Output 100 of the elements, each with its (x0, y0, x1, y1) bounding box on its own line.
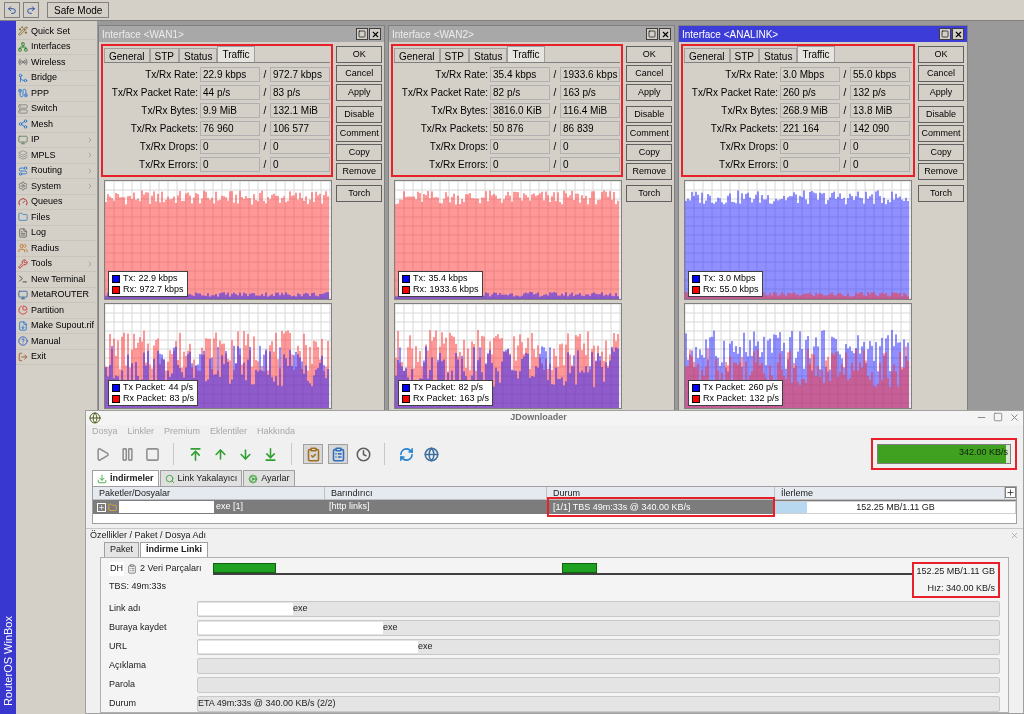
menu-item[interactable]: IP (16, 132, 96, 148)
maximize-button[interactable] (646, 28, 658, 40)
menu-item[interactable]: MPLS (16, 148, 96, 164)
dialog-button[interactable]: Remove (626, 163, 672, 180)
menu-item[interactable]: System (16, 179, 96, 195)
download-row[interactable]: exe [1] [http links] [1/1] TBS 49m:33s @ 340.00 KB/s 152.25 MB/1.11 GB (93, 500, 1016, 514)
tab[interactable]: STP (439, 48, 470, 62)
undo-button[interactable] (4, 2, 20, 18)
menu-item[interactable]: New Terminal (16, 272, 96, 288)
dialog-button[interactable]: Torch (336, 185, 382, 202)
redo-button[interactable] (23, 2, 39, 18)
menu-item[interactable]: Quick Set (16, 24, 96, 40)
close-icon[interactable] (1009, 412, 1020, 424)
column-header[interactable]: Barındırıcı (325, 487, 547, 499)
dialog-button[interactable]: Cancel (918, 65, 964, 82)
input-field[interactable]: exe (197, 601, 1000, 617)
arrow-down-icon (237, 446, 253, 462)
tab[interactable]: Traffic (797, 46, 835, 62)
menu-item[interactable]: Mesh (16, 117, 96, 133)
tab[interactable]: Paket (104, 542, 139, 557)
legend-label: Rx: (413, 284, 427, 295)
menu-item[interactable]: Exit (16, 349, 96, 365)
column-chooser-icon[interactable] (1005, 487, 1016, 498)
safe-mode-button[interactable]: Safe Mode (47, 2, 110, 18)
menu-item[interactable]: Manual (16, 334, 96, 350)
menu-item[interactable]: Log (16, 225, 96, 241)
menu-item[interactable]: Queues (16, 194, 96, 210)
tab[interactable]: Status (179, 48, 218, 62)
dialog-button[interactable]: OK (626, 46, 672, 63)
clipboard-button[interactable] (303, 444, 323, 464)
menu-item[interactable]: Interfaces (16, 39, 96, 55)
close-icon[interactable] (1010, 530, 1019, 540)
input-field[interactable]: exe (197, 620, 1000, 636)
menu-item[interactable]: Radius (16, 241, 96, 257)
dialog-button[interactable]: Cancel (336, 65, 382, 82)
legend-value: 1933.6 kbps (429, 284, 479, 295)
input-field[interactable]: ETA 49m:33s @ 340.00 KB/s (2/2) (197, 696, 1000, 712)
tab[interactable]: İndirmeler (92, 470, 159, 486)
window-title: Interface <WAN1> (102, 27, 184, 42)
dialog-button[interactable]: Comment (626, 125, 672, 142)
dialog-button[interactable]: Disable (336, 106, 382, 123)
close-button[interactable] (952, 28, 964, 40)
dialog-button[interactable]: Copy (918, 144, 964, 161)
tab[interactable]: STP (729, 48, 760, 62)
users-icon (18, 243, 28, 254)
tab[interactable]: İndirme Linki (140, 542, 209, 557)
menu-item[interactable]: Make Supout.rif (16, 318, 96, 334)
menu-item[interactable]: Routing (16, 163, 96, 179)
dialog-button[interactable]: Comment (336, 125, 382, 142)
column-header[interactable]: Paketler/Dosyalar (93, 487, 325, 499)
menu-item[interactable]: Switch (16, 101, 96, 117)
close-button[interactable] (659, 28, 671, 40)
tab[interactable]: STP (149, 48, 180, 62)
tab[interactable]: Traffic (217, 46, 255, 62)
dialog-button[interactable]: Cancel (626, 65, 672, 82)
globe-button[interactable] (421, 444, 441, 464)
tab[interactable]: Link Yakalayıcı (159, 470, 243, 486)
tab[interactable]: General (104, 48, 150, 62)
maximize-button[interactable] (356, 28, 368, 40)
stat-field: 83 p/s (270, 85, 330, 100)
tab[interactable]: Status (469, 48, 508, 62)
dialog-button[interactable]: Comment (918, 125, 964, 142)
menu-item[interactable]: Bridge (16, 70, 96, 86)
menu-item[interactable]: Partition (16, 303, 96, 319)
clock-button[interactable] (353, 444, 373, 464)
dialog-button[interactable]: Disable (626, 106, 672, 123)
dialog-button[interactable]: Disable (918, 106, 964, 123)
dialog-button[interactable]: Apply (918, 84, 964, 101)
close-button[interactable] (369, 28, 381, 40)
tab[interactable]: General (684, 48, 730, 62)
menu-item[interactable]: MetaROUTER (16, 287, 96, 303)
tab[interactable]: Traffic (507, 46, 545, 62)
stat-field: 0 (850, 157, 910, 172)
dialog-button[interactable]: Apply (336, 84, 382, 101)
maximize-button[interactable] (939, 28, 951, 40)
dialog-button[interactable]: OK (336, 46, 382, 63)
expand-icon[interactable] (97, 502, 106, 512)
input-field[interactable] (197, 658, 1000, 674)
maximize-icon[interactable] (993, 412, 1003, 423)
tab[interactable]: Ayarlar (243, 470, 295, 486)
dialog-button[interactable]: Remove (918, 163, 964, 180)
field-label: Durum (109, 697, 137, 711)
column-header[interactable]: Durum (547, 487, 775, 499)
input-field[interactable]: exe (197, 639, 1000, 655)
input-field[interactable] (197, 677, 1000, 693)
menu-item[interactable]: PPP (16, 86, 96, 102)
clipboard-button[interactable] (328, 444, 348, 464)
pause-icon (119, 446, 135, 462)
dialog-button[interactable]: Torch (626, 185, 672, 202)
dialog-button[interactable]: OK (918, 46, 964, 63)
dialog-button[interactable]: Copy (626, 144, 672, 161)
menu-item[interactable]: Files (16, 210, 96, 226)
dialog-button[interactable]: Remove (336, 163, 382, 180)
dialog-button[interactable]: Apply (626, 84, 672, 101)
menu-item[interactable]: Tools (16, 256, 96, 272)
dialog-button[interactable]: Copy (336, 144, 382, 161)
tab[interactable]: General (394, 48, 440, 62)
tab[interactable]: Status (759, 48, 798, 62)
menu-item[interactable]: Wireless (16, 55, 96, 71)
dialog-button[interactable]: Torch (918, 185, 964, 202)
